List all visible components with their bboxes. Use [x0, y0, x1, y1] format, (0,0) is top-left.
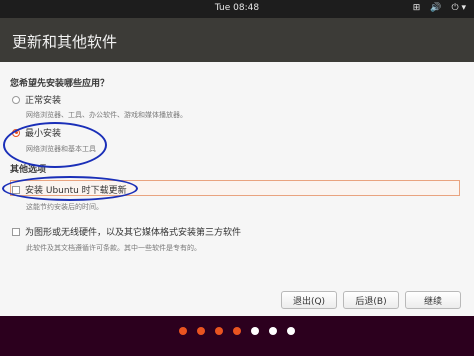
third-party-desc: 此软件及其文档遵循许可条款。其中一些软件是专有的。 [26, 244, 201, 252]
progress-dot [287, 327, 295, 335]
third-party-label: 为图形或无线硬件，以及其它媒体格式安装第三方软件 [25, 228, 242, 238]
installer-window: 更新和其他软件 您希望先安装哪些应用？ 正常安装 网络浏览器、工具、办公软件、游… [0, 18, 474, 316]
progress-dot [269, 327, 277, 335]
title-bar: 更新和其他软件 [0, 18, 474, 62]
normal-install-label: 正常安装 [25, 96, 62, 106]
content-area: 您希望先安装哪些应用？ 正常安装 网络浏览器、工具、办公软件、游戏和媒体播放器。… [0, 62, 474, 316]
continue-button[interactable]: 继续 [405, 291, 461, 309]
quit-button[interactable]: 退出(Q) [281, 291, 337, 309]
system-tray[interactable]: ⊞ 🔊 ⏻ ▾ [413, 2, 466, 14]
progress-dot [179, 327, 187, 335]
clock[interactable]: Tue 08:48 [0, 3, 474, 13]
progress-dot [251, 327, 259, 335]
top-bar: Tue 08:48 ⊞ 🔊 ⏻ ▾ [0, 0, 474, 18]
radio-normal-install[interactable] [12, 95, 20, 104]
power-icon[interactable]: ⏻ ▾ [452, 2, 467, 14]
window-title: 更新和其他软件 [12, 33, 118, 51]
back-button[interactable]: 后退(B) [343, 291, 399, 309]
question-heading: 您希望先安装哪些应用？ [10, 79, 110, 89]
normal-install-desc: 网络浏览器、工具、办公软件、游戏和媒体播放器。 [26, 111, 187, 119]
progress-dot [197, 327, 205, 335]
checkbox-third-party[interactable] [12, 227, 20, 236]
annotation-circle-minimal [3, 122, 107, 168]
progress-dot [215, 327, 223, 335]
progress-dots [0, 327, 474, 335]
annotation-circle-updates [2, 176, 138, 201]
network-icon[interactable]: ⊞ [413, 2, 421, 14]
progress-dot [233, 327, 241, 335]
normal-install-option[interactable]: 正常安装 [12, 93, 61, 106]
third-party-option[interactable]: 为图形或无线硬件，以及其它媒体格式安装第三方软件 [12, 225, 241, 238]
volume-icon[interactable]: 🔊 [430, 2, 441, 14]
download-updates-desc: 这能节约安装后的时间。 [26, 203, 103, 211]
